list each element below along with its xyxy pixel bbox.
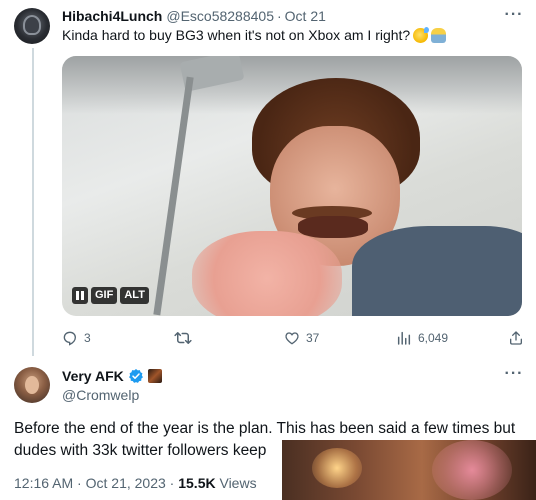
pause-icon	[76, 291, 84, 300]
gif-person-shirt	[352, 226, 522, 316]
tweet1-text: Kinda hard to buy BG3 when it's not on X…	[62, 26, 447, 43]
overlay-light-spot	[312, 448, 362, 488]
alt-text-button[interactable]: ALT	[120, 287, 149, 304]
person-shrugging-emoji-icon	[431, 27, 447, 43]
tweet2-date[interactable]: Oct 21, 2023	[86, 475, 166, 491]
blurred-overlay-image	[282, 440, 536, 500]
tweet2-separator: ·	[77, 475, 82, 491]
thread-connector-line	[32, 48, 34, 356]
tweet2-views-label: Views	[219, 475, 257, 491]
gif-motion-blur-hand	[192, 231, 342, 316]
like-count: 37	[306, 331, 320, 345]
tweet2-views-count[interactable]: 15.5K	[178, 475, 215, 491]
pause-button[interactable]	[72, 287, 88, 304]
tweet2-separator-2: ·	[169, 475, 175, 491]
reply-count: 3	[84, 331, 91, 345]
gif-controls: GIF ALT	[72, 287, 149, 304]
tweet1-date[interactable]: Oct 21	[285, 8, 326, 24]
reply-icon	[63, 331, 77, 346]
avatar-helmet-graphic	[23, 15, 41, 35]
retweet-button[interactable]	[174, 330, 198, 346]
sweat-smile-emoji-icon	[413, 26, 430, 43]
overlay-light-spot	[432, 440, 512, 500]
like-button[interactable]: 37	[284, 330, 319, 346]
tweet1-display-name[interactable]: Hibachi4Lunch	[62, 8, 162, 24]
reply-button[interactable]: 3	[62, 330, 91, 346]
avatar-very-afk[interactable]	[14, 367, 50, 403]
tweet1-separator: ·	[276, 8, 282, 24]
avatar-hibachi4lunch[interactable]	[14, 8, 50, 44]
like-icon	[285, 332, 299, 345]
views-icon	[397, 331, 411, 345]
tweet1-gif-media[interactable]: GIF ALT	[62, 56, 522, 316]
share-icon	[510, 331, 522, 345]
avatar-face-graphic	[25, 376, 39, 394]
gif-person-mouth	[298, 216, 368, 238]
gif-badge: GIF	[91, 287, 118, 304]
verified-icon[interactable]	[128, 368, 144, 384]
views-button[interactable]: 6,049	[396, 330, 448, 346]
share-button[interactable]	[508, 330, 524, 346]
more-icon[interactable]: ···	[504, 7, 524, 23]
tweet2-time[interactable]: 12:16 AM	[14, 475, 73, 491]
affiliate-badge-icon[interactable]	[147, 369, 162, 383]
tweet2-name-row: Very AFK	[62, 368, 162, 384]
tweet2-meta: 12:16 AM · Oct 21, 2023 · 15.5K Views	[14, 475, 257, 491]
tweet2-handle[interactable]: @Cromwelp	[62, 387, 139, 403]
tweet1-text-content: Kinda hard to buy BG3 when it's not on X…	[62, 27, 411, 43]
views-count: 6,049	[418, 331, 449, 345]
tweet2-display-name[interactable]: Very AFK	[62, 368, 124, 384]
tweet1-header: Hibachi4Lunch @Esco58288405 · Oct 21	[62, 8, 326, 24]
tweet1-handle[interactable]: @Esco58288405	[166, 8, 274, 24]
more-icon[interactable]: ···	[504, 366, 524, 382]
retweet-icon	[174, 332, 192, 344]
tweet1-action-bar: 3 37 6,049	[62, 330, 524, 348]
